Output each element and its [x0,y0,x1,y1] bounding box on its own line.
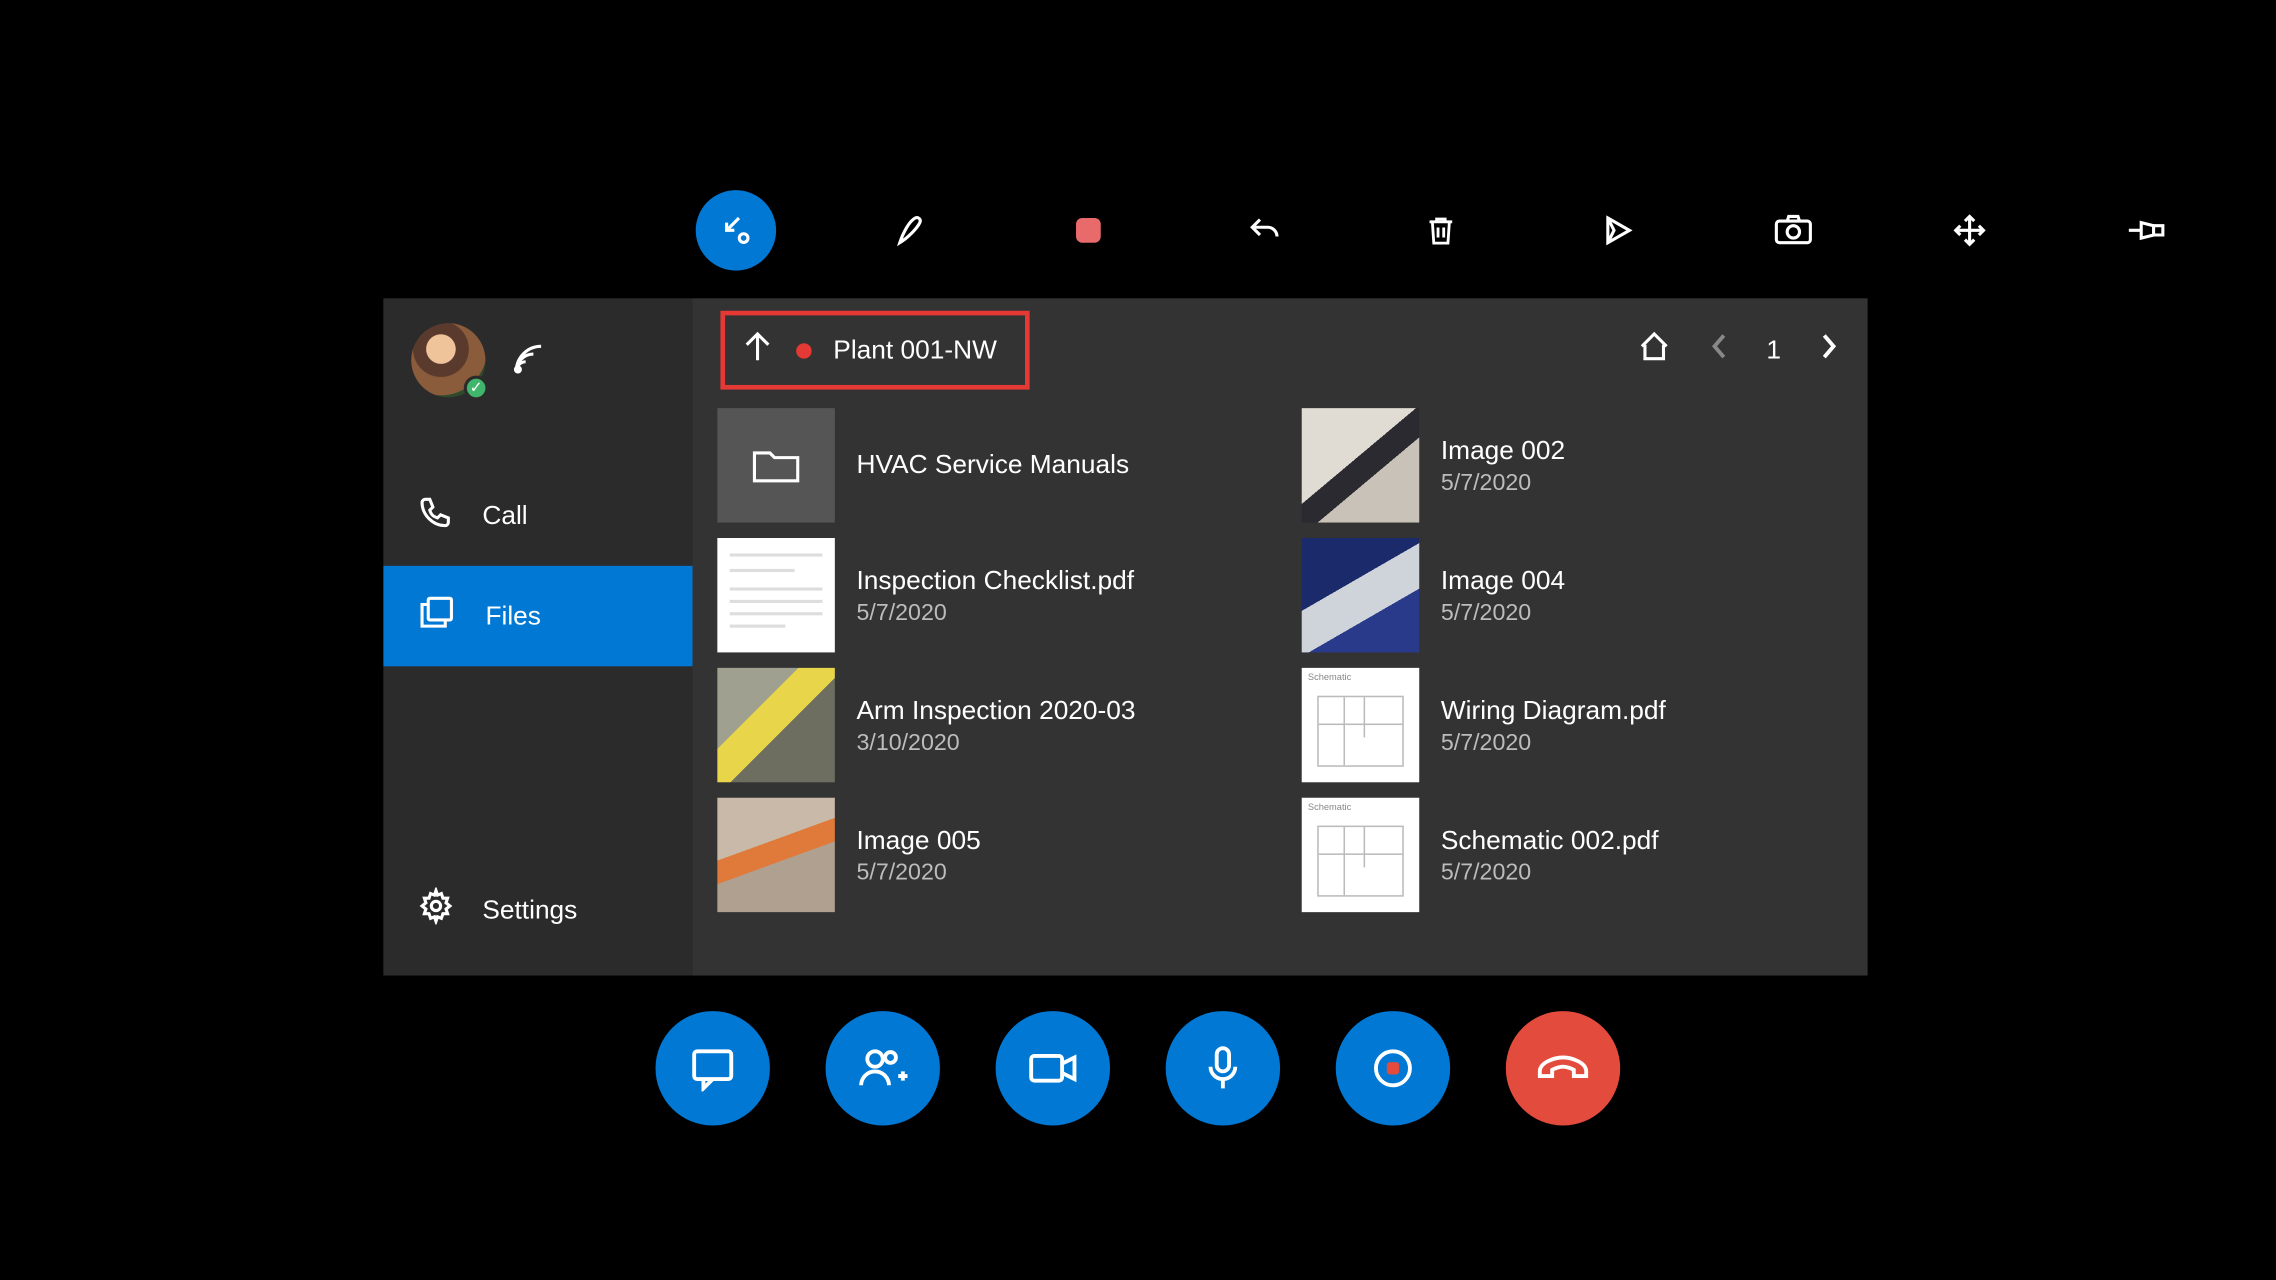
list-item[interactable]: Inspection Checklist.pdf 5/7/2020 [711,538,1264,652]
hangup-button[interactable] [1506,1011,1620,1125]
trash-icon[interactable] [1401,190,1481,270]
list-item[interactable]: Schematic 002.pdf 5/7/2020 [1296,798,1849,912]
pin-icon[interactable] [2106,190,2186,270]
page-number: 1 [1766,335,1781,366]
add-people-button[interactable] [826,1011,940,1125]
file-date: 5/7/2020 [856,859,980,885]
list-item[interactable]: Arm Inspection 2020-03 3/10/2020 [711,668,1264,782]
stop-icon[interactable] [1048,190,1128,270]
file-name: Image 002 [1441,435,1565,466]
file-name: Schematic 002.pdf [1441,825,1659,856]
sidebar: ✓ Call [383,298,692,975]
files-panel: ✓ Call [383,298,1867,975]
wifi-icon [510,339,550,381]
play-icon[interactable] [1577,190,1657,270]
sidebar-item-settings[interactable]: Settings [383,860,692,960]
move-icon[interactable] [1929,190,2009,270]
document-thumbnail [1302,668,1419,782]
image-thumbnail [1302,408,1419,522]
gear-icon [417,887,454,932]
sidebar-item-label: Call [482,500,527,531]
file-grid: HVAC Service Manuals Image 002 5/7/2020 … [711,408,1849,912]
file-name: HVAC Service Manuals [856,450,1129,481]
breadcrumb[interactable]: Plant 001-NW [720,311,1029,390]
presence-available-icon: ✓ [464,376,489,401]
image-thumbnail [1302,538,1419,652]
mic-button[interactable] [1166,1011,1280,1125]
file-name: Image 004 [1441,565,1565,596]
list-item[interactable]: Image 004 5/7/2020 [1296,538,1849,652]
record-dot-icon [796,342,811,357]
annotation-toolbar [696,190,2186,270]
list-item[interactable]: Image 005 5/7/2020 [711,798,1264,912]
breadcrumb-label: Plant 001-NW [833,335,997,366]
image-thumbnail [717,668,834,782]
list-item[interactable]: HVAC Service Manuals [711,408,1264,522]
list-item[interactable]: Image 002 5/7/2020 [1296,408,1849,522]
file-date: 5/7/2020 [1441,729,1666,755]
sidebar-item-label: Files [485,601,541,632]
arrow-up-icon [741,328,775,373]
file-date: 5/7/2020 [1441,859,1659,885]
file-name: Image 005 [856,825,980,856]
camera-icon[interactable] [1753,190,1833,270]
chevron-right-icon[interactable] [1818,331,1840,370]
file-name: Arm Inspection 2020-03 [856,695,1135,726]
list-item[interactable]: Wiring Diagram.pdf 5/7/2020 [1296,668,1849,782]
sidebar-item-call[interactable]: Call [383,465,692,565]
phone-icon [417,493,454,538]
image-thumbnail [717,798,834,912]
video-button[interactable] [996,1011,1110,1125]
file-name: Wiring Diagram.pdf [1441,695,1666,726]
file-date: 3/10/2020 [856,729,1135,755]
avatar[interactable]: ✓ [411,323,485,397]
pager: 1 [1636,329,1849,371]
ink-button[interactable] [1336,1011,1450,1125]
pen-icon[interactable] [872,190,952,270]
arrow-collapse-icon[interactable] [696,190,776,270]
undo-icon[interactable] [1224,190,1304,270]
file-date: 5/7/2020 [856,599,1134,625]
home-icon[interactable] [1636,329,1670,371]
folder-icon [717,408,834,522]
sidebar-item-label: Settings [482,894,577,925]
chat-button[interactable] [656,1011,770,1125]
file-date: 5/7/2020 [1441,599,1565,625]
document-thumbnail [717,538,834,652]
file-name: Inspection Checklist.pdf [856,565,1134,596]
call-controls [0,1011,2276,1125]
document-thumbnail [1302,798,1419,912]
sidebar-item-files[interactable]: Files [383,566,692,666]
chevron-left-icon[interactable] [1708,331,1730,370]
files-icon [417,594,457,639]
file-date: 5/7/2020 [1441,469,1565,495]
file-browser: Plant 001-NW 1 [693,298,1868,975]
